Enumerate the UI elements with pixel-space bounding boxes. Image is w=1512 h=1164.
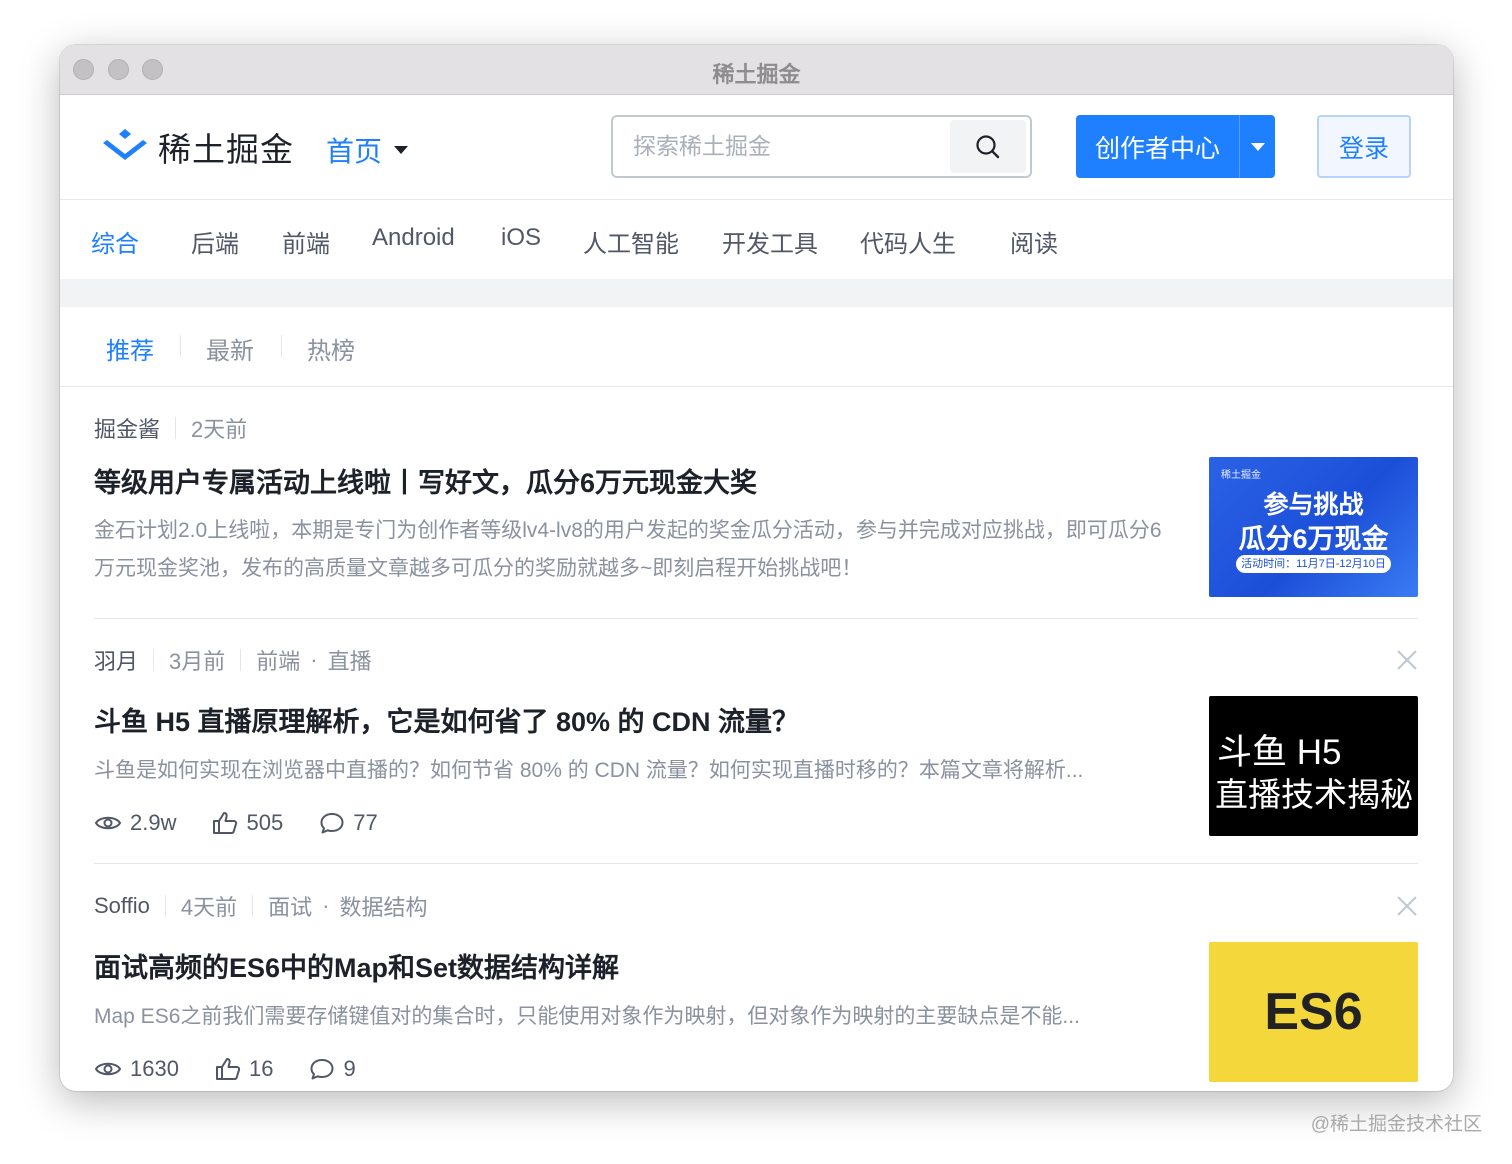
home-nav-dropdown[interactable]: 首页 [326, 130, 409, 170]
article-tag[interactable]: 前端 [256, 644, 300, 676]
article-thumbnail[interactable]: ES6 [1209, 942, 1418, 1082]
thumbs-up-icon [213, 812, 238, 834]
category-nav: 综合 后端 前端 Android iOS 人工智能 开发工具 代码人生 阅读 [60, 199, 1453, 279]
article-divider [94, 618, 1418, 619]
publish-time: 3月前 [169, 649, 226, 674]
feed-tab[interactable]: 推荐 [106, 331, 154, 366]
category-tab[interactable]: 人工智能 [583, 224, 679, 259]
article-thumbnail[interactable]: 稀土掘金 参与挑战 瓜分6万现金 活动时间：11月7日-12月10日 [1209, 457, 1418, 597]
article-abstract[interactable]: Map ES6之前我们需要存储键值对的集合时，只能使用对象作为映射，但对象作为映… [94, 998, 1164, 1036]
comment-count-value: 9 [343, 1056, 356, 1081]
thumbs-up-icon [215, 1058, 241, 1080]
like-count-value: 505 [246, 810, 284, 835]
home-nav-label: 首页 [326, 136, 383, 167]
thumbnail-text: 瓜分6万现金 [1238, 524, 1389, 554]
login-button[interactable]: 登录 [1317, 115, 1411, 178]
thumbnail-text: ES6 [1264, 983, 1363, 1041]
category-tab[interactable]: Android [372, 224, 455, 252]
article-item[interactable]: 掘金酱 2天前 等级用户专属活动上线啦丨写好文，瓜分6万元现金大奖 金石计划2.… [94, 413, 1418, 603]
tag-dot: · [310, 647, 318, 672]
search-box [611, 115, 1032, 178]
logo-text: 稀土掘金 [158, 131, 294, 168]
publish-time: 4天前 [180, 895, 238, 920]
category-tab[interactable]: 前端 [282, 224, 330, 259]
category-tab[interactable]: iOS [501, 224, 541, 252]
juejin-logo-icon [103, 129, 147, 160]
creator-center-dropdown[interactable] [1240, 115, 1275, 178]
feed-tab[interactable]: 热榜 [307, 331, 355, 366]
thumbnail-text: 参与挑战 [1263, 491, 1364, 519]
article-meta: 掘金酱 2天前 [94, 413, 247, 443]
author-name[interactable]: Soffio [94, 893, 150, 919]
article-tag[interactable]: 数据结构 [339, 890, 427, 922]
category-tab[interactable]: 代码人生 [860, 224, 956, 259]
like-count-value: 16 [248, 1056, 274, 1081]
author-name[interactable]: 羽月 [94, 644, 138, 676]
view-count-value: 2.9w [130, 810, 177, 835]
category-tab[interactable]: 开发工具 [722, 224, 818, 259]
article-abstract[interactable]: 斗鱼是如何实现在浏览器中直播的？如何节省 80% 的 CDN 流量？如何实现直播… [94, 752, 1164, 790]
article-item[interactable]: Soffio 4天前 面试 · 数据结构 面试高频的ES6中的Map和Set数据… [94, 891, 1418, 1091]
search-button[interactable] [950, 120, 1026, 173]
feed-tab[interactable]: 最新 [206, 331, 254, 366]
article-title[interactable]: 等级用户专属活动上线啦丨写好文，瓜分6万元现金大奖 [94, 461, 757, 500]
search-icon [976, 134, 1000, 158]
caret-down-icon [1250, 142, 1265, 151]
comment-icon [310, 1059, 334, 1080]
section-gap [60, 279, 1453, 307]
comment-button[interactable]: 77 [319, 810, 378, 836]
thumbnail-text: 活动时间：11月7日-12月10日 [1236, 555, 1391, 573]
window-title: 稀土掘金 [712, 62, 801, 87]
feed-tabs: 推荐 最新 热榜 [60, 307, 1453, 387]
like-button[interactable]: 16 [215, 1056, 273, 1082]
view-count-value: 1630 [130, 1056, 179, 1081]
eye-icon [94, 1062, 122, 1076]
meta-divider [175, 417, 177, 439]
creator-center-button-group: 创作者中心 [1076, 115, 1275, 178]
caret-down-icon [394, 146, 409, 154]
creator-center-button[interactable]: 创作者中心 [1076, 115, 1240, 178]
article-item[interactable]: 羽月 3月前 前端 · 直播 斗鱼 H5 直播原理解析，它是如何省了 80% 的… [94, 645, 1418, 845]
article-tag[interactable]: 面试 [268, 890, 312, 922]
meta-divider [164, 895, 166, 917]
site-header: 稀土掘金 首页 创作者中心 登录 [60, 95, 1453, 199]
article-stats: 1630 16 9 [94, 1056, 392, 1082]
tab-divider [281, 335, 282, 357]
view-count: 1630 [94, 1056, 179, 1082]
article-title[interactable]: 面试高频的ES6中的Map和Set数据结构详解 [94, 946, 619, 985]
tab-divider [180, 335, 181, 357]
eye-icon [94, 816, 122, 830]
thumbnail-text: 直播技术揭秘 [1215, 776, 1413, 813]
comment-icon [320, 813, 344, 834]
comment-button[interactable]: 9 [309, 1056, 356, 1082]
close-icon[interactable] [1396, 649, 1418, 671]
category-tab[interactable]: 综合 [91, 224, 139, 259]
article-tag[interactable]: 直播 [328, 644, 372, 676]
article-meta: Soffio 4天前 面试 · 数据结构 [94, 891, 427, 921]
category-tab[interactable]: 阅读 [1010, 224, 1058, 259]
publish-time: 2天前 [191, 417, 248, 442]
meta-divider [252, 895, 254, 917]
like-button[interactable]: 505 [212, 810, 283, 836]
comment-count-value: 77 [353, 810, 378, 835]
browser-window: 稀土掘金 稀土掘金 首页 创作者中心 [60, 45, 1453, 1091]
view-count: 2.9w [94, 810, 176, 836]
article-thumbnail[interactable]: 斗鱼 H5 直播技术揭秘 [1209, 696, 1418, 836]
tag-dot: · [322, 893, 330, 918]
site-logo[interactable]: 稀土掘金 [100, 123, 294, 171]
meta-divider [153, 649, 155, 671]
article-title[interactable]: 斗鱼 H5 直播原理解析，它是如何省了 80% 的 CDN 流量？ [94, 700, 799, 739]
watermark: @稀土掘金技术社区 [1310, 1114, 1482, 1135]
search-input[interactable] [613, 117, 950, 176]
article-stats: 2.9w 505 77 [94, 810, 414, 836]
thumbnail-brand: 稀土掘金 [1221, 470, 1261, 481]
category-tab[interactable]: 后端 [191, 224, 239, 259]
meta-divider [240, 649, 242, 671]
title-bar: 稀土掘金 [60, 45, 1453, 95]
close-icon[interactable] [1396, 895, 1418, 917]
article-divider [94, 863, 1418, 864]
article-meta: 羽月 3月前 前端 · 直播 [94, 645, 372, 675]
article-abstract[interactable]: 金石计划2.0上线啦，本期是专门为创作者等级lv4-lv8的用户发起的奖金瓜分活… [94, 512, 1164, 588]
author-name[interactable]: 掘金酱 [94, 412, 160, 444]
